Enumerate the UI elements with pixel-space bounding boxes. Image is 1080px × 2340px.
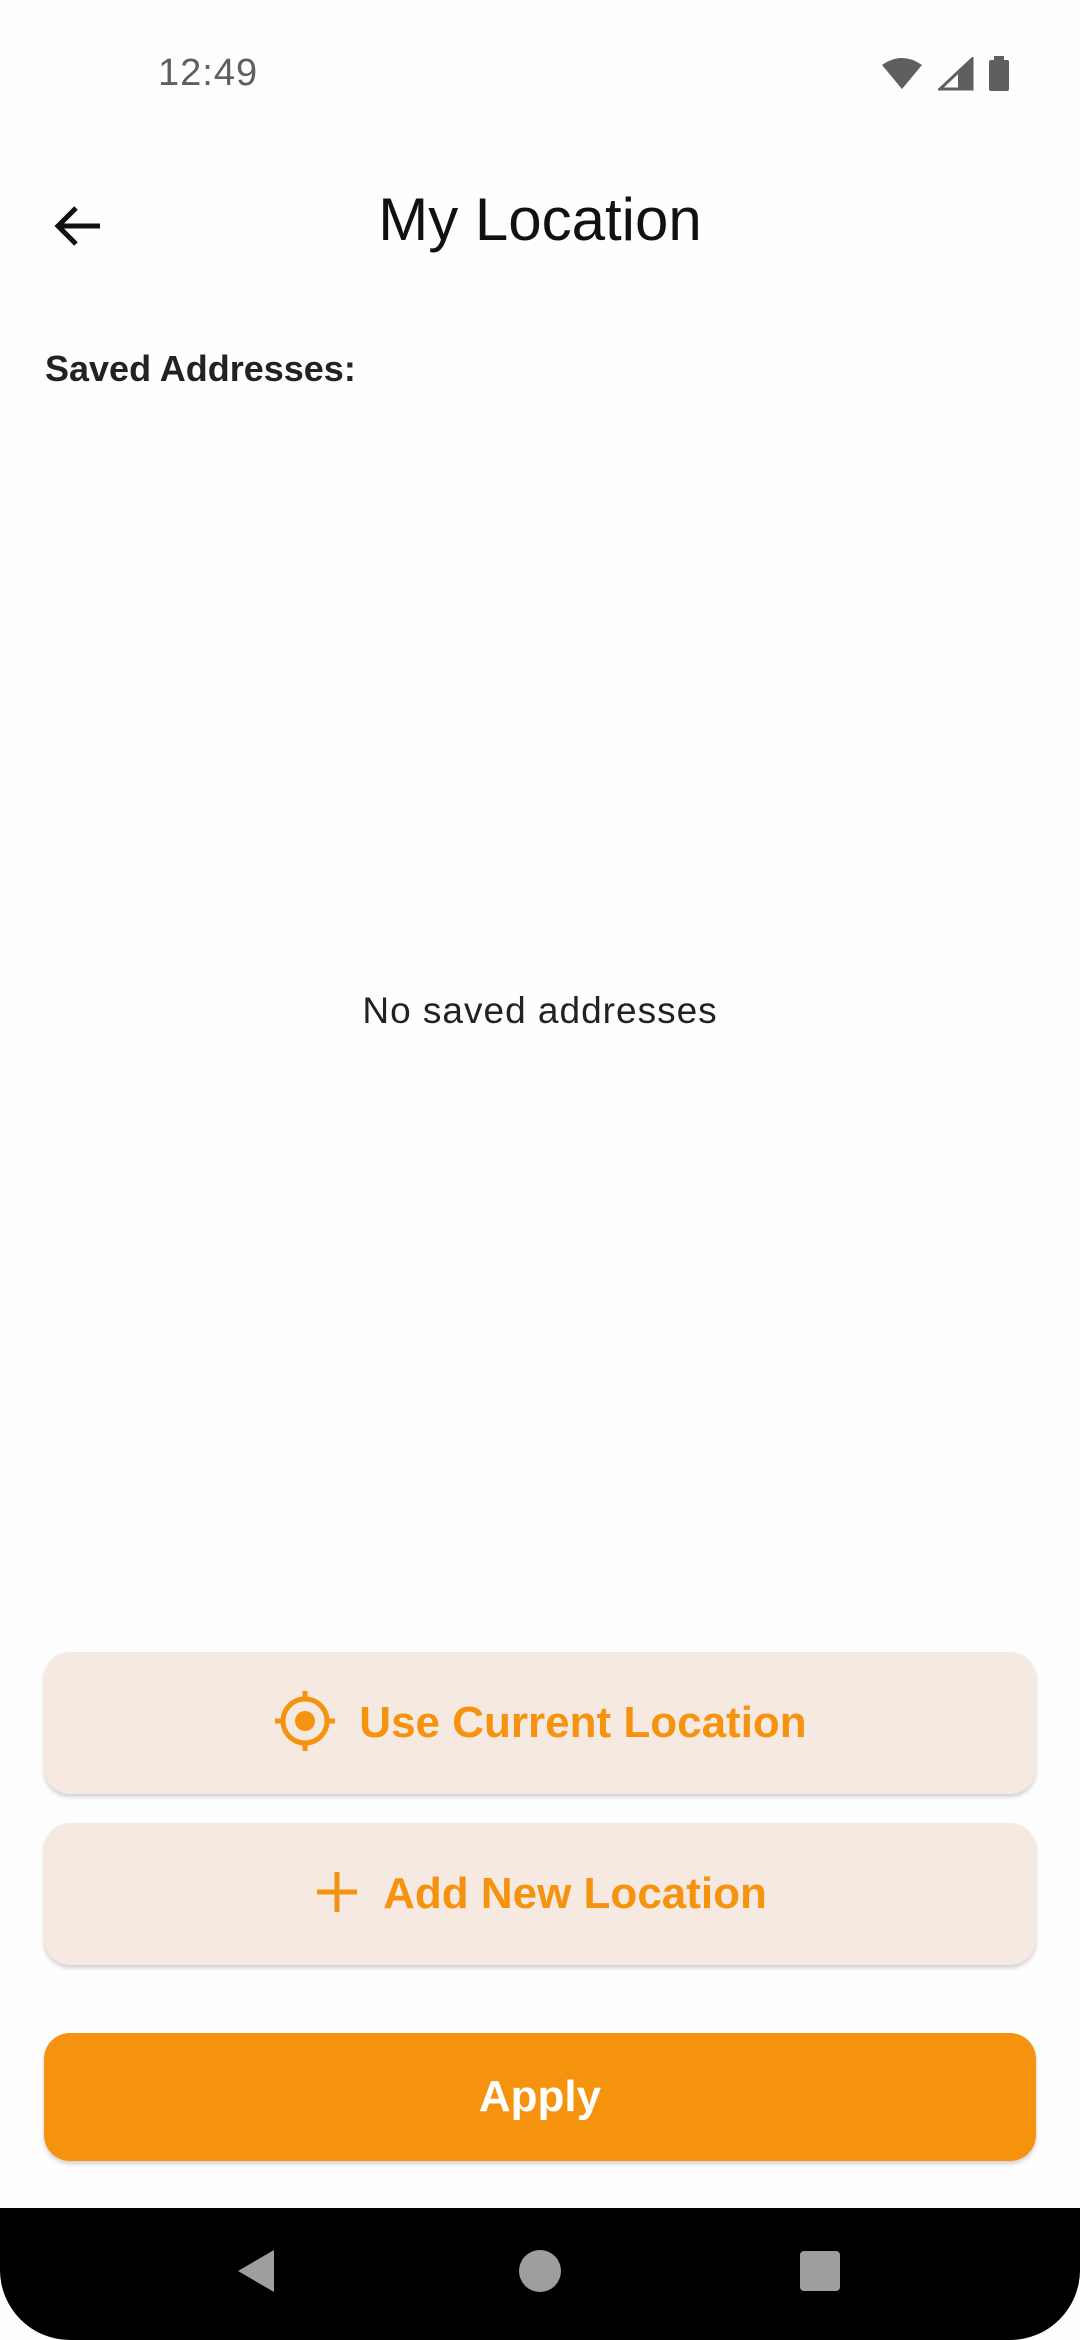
signal-icon <box>936 55 974 96</box>
saved-addresses-label: Saved Addresses: <box>45 348 356 389</box>
nav-back-button[interactable] <box>206 2228 306 2318</box>
use-current-location-button[interactable]: Use Current Location <box>44 1652 1036 1794</box>
battery-icon <box>988 56 1010 97</box>
nav-back-icon <box>236 2248 276 2299</box>
plus-icon <box>313 1868 361 1921</box>
nav-recents-button[interactable] <box>770 2228 870 2318</box>
nav-home-button[interactable] <box>490 2228 590 2318</box>
nav-home-icon <box>518 2249 562 2298</box>
page-title: My Location <box>378 186 702 253</box>
status-icons <box>880 55 1010 97</box>
add-new-location-button[interactable]: Add New Location <box>44 1823 1036 1965</box>
apply-button[interactable]: Apply <box>44 2033 1036 2161</box>
wifi-icon <box>880 57 924 96</box>
status-time: 12:49 <box>158 52 259 94</box>
apply-label: Apply <box>478 2072 602 2121</box>
crosshair-location-icon <box>273 1689 337 1758</box>
nav-recents-icon <box>799 2250 841 2297</box>
status-bar: 12:49 <box>0 0 1080 150</box>
app-bar: My Location <box>0 160 1080 280</box>
system-navigation-bar <box>0 2208 1080 2340</box>
empty-state-message: No saved addresses <box>362 990 718 1031</box>
add-new-location-label: Add New Location <box>383 1869 767 1918</box>
use-current-location-label: Use Current Location <box>359 1698 807 1747</box>
my-location-screen: 12:49 My Location Saved Addresses: No sa… <box>0 0 1080 2340</box>
